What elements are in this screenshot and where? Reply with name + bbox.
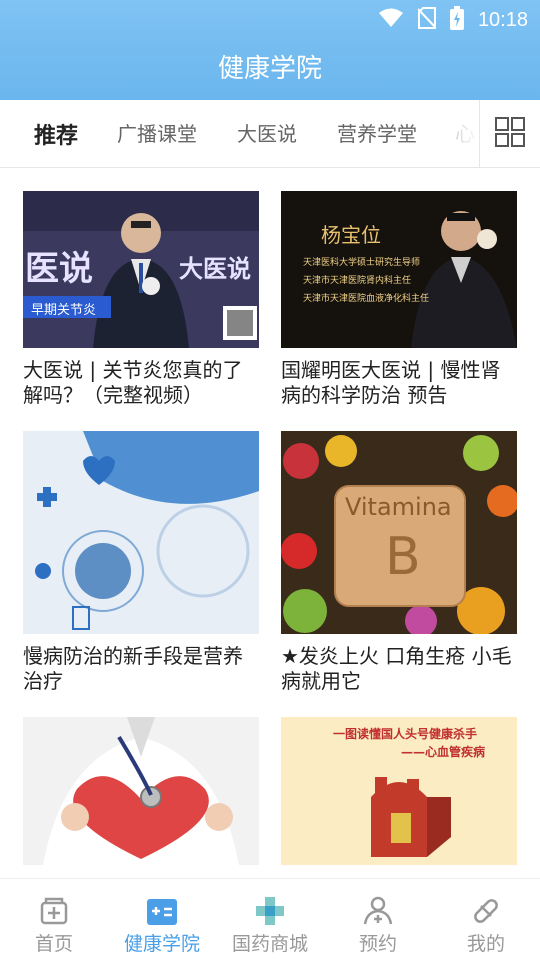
nav-pharmacy-mall[interactable]: 国药商城 — [216, 879, 324, 961]
thumbnail-caption: 杨宝位 — [321, 223, 381, 247]
article-title: ★发炎上火 口角生疮 小毛病就用它 — [281, 644, 512, 693]
battery-icon — [449, 6, 464, 34]
article-thumbnail: 一图读懂国人头号健康杀手 ——心血管疾病 — [281, 717, 517, 865]
article-card[interactable]: 慢病防治的新手段是营养治疗 — [23, 431, 259, 694]
thumbnail-caption: ——心血管疾病 — [401, 745, 486, 759]
nav-label: 我的 — [466, 933, 505, 955]
tab-recommend[interactable]: 推荐 — [34, 118, 78, 150]
nav-home[interactable]: 首页 — [0, 879, 108, 961]
no-sim-icon — [417, 7, 437, 33]
tab-broadcast-class[interactable]: 广播课堂 — [117, 118, 197, 147]
app-header: 10:18 健康学院 — [0, 0, 540, 100]
grid-icon — [494, 116, 526, 152]
tab-doctor-talk[interactable]: 大医说 — [237, 118, 297, 147]
academy-icon — [146, 895, 178, 927]
nav-label: 预约 — [358, 933, 397, 955]
wifi-icon — [378, 8, 404, 32]
article-card[interactable] — [23, 717, 259, 875]
status-bar: 10:18 — [0, 0, 540, 36]
nav-label: 健康学院 — [123, 933, 200, 955]
article-card[interactable]: 杨宝位 天津医科大学硕士研究生导师 天津市天津医院肾内科主任 天津市天津医院血液… — [281, 191, 517, 408]
article-thumbnail — [23, 717, 259, 865]
nav-health-academy[interactable]: 健康学院 — [108, 879, 216, 961]
nav-label: 国药商城 — [231, 933, 308, 955]
status-time: 10:18 — [477, 8, 528, 31]
thumbnail-caption: 天津医科大学硕士研究生导师 — [303, 258, 421, 268]
page-title: 健康学院 — [217, 54, 322, 84]
appointment-icon — [362, 895, 394, 927]
pharmacy-cross-icon — [254, 895, 286, 927]
profile-icon — [470, 895, 502, 927]
nav-mine[interactable]: 我的 — [432, 879, 540, 961]
article-title: 慢病防治的新手段是营养治疗 — [23, 644, 243, 693]
thumbnail-caption: Vitamina — [345, 493, 452, 521]
category-tabs: 推荐 广播课堂 大医说 营养学堂 心 — [0, 100, 540, 168]
nav-label: 首页 — [34, 933, 73, 955]
thumbnail-caption: 医说 — [25, 249, 93, 289]
tab-grid-button[interactable] — [479, 100, 540, 167]
thumbnail-caption: 天津市天津医院血液净化科主任 — [303, 294, 430, 304]
thumbnail-caption: 早期关节炎 — [31, 303, 97, 318]
article-card[interactable]: Vitamina B ★发炎上火 口角生疮 小毛病就用它 — [281, 431, 517, 694]
article-thumbnail: 杨宝位 天津医科大学硕士研究生导师 天津市天津医院肾内科主任 天津市天津医院血液… — [281, 191, 517, 348]
tab-nutrition-class[interactable]: 营养学堂 — [337, 118, 417, 147]
nav-appointment[interactable]: 预约 — [324, 879, 432, 961]
thumbnail-caption: 一图读懂国人头号健康杀手 — [333, 727, 478, 741]
thumbnail-caption: 天津市天津医院肾内科主任 — [303, 276, 412, 286]
article-card[interactable]: 医说 大医说 早期关节炎 大医说 | 关节炎您真的了解吗？（完整视频） — [23, 191, 259, 408]
thumbnail-caption: 大医说 — [179, 255, 251, 283]
article-title: 大医说 | 关节炎您真的了解吗？（完整视频） — [23, 358, 243, 407]
bottom-navigation: 首页 健康学院 国药商城 预约 我的 — [0, 878, 540, 960]
thumbnail-caption: B — [385, 527, 421, 587]
home-icon — [38, 895, 70, 927]
article-thumbnail: 医说 大医说 早期关节炎 — [23, 191, 259, 348]
article-card[interactable]: 一图读懂国人头号健康杀手 ——心血管疾病 — [281, 717, 517, 875]
article-thumbnail: Vitamina B — [281, 431, 517, 634]
article-title: 国耀明医大医说 | 慢性肾病的科学防治 预告 — [281, 358, 501, 407]
article-thumbnail — [23, 431, 259, 634]
